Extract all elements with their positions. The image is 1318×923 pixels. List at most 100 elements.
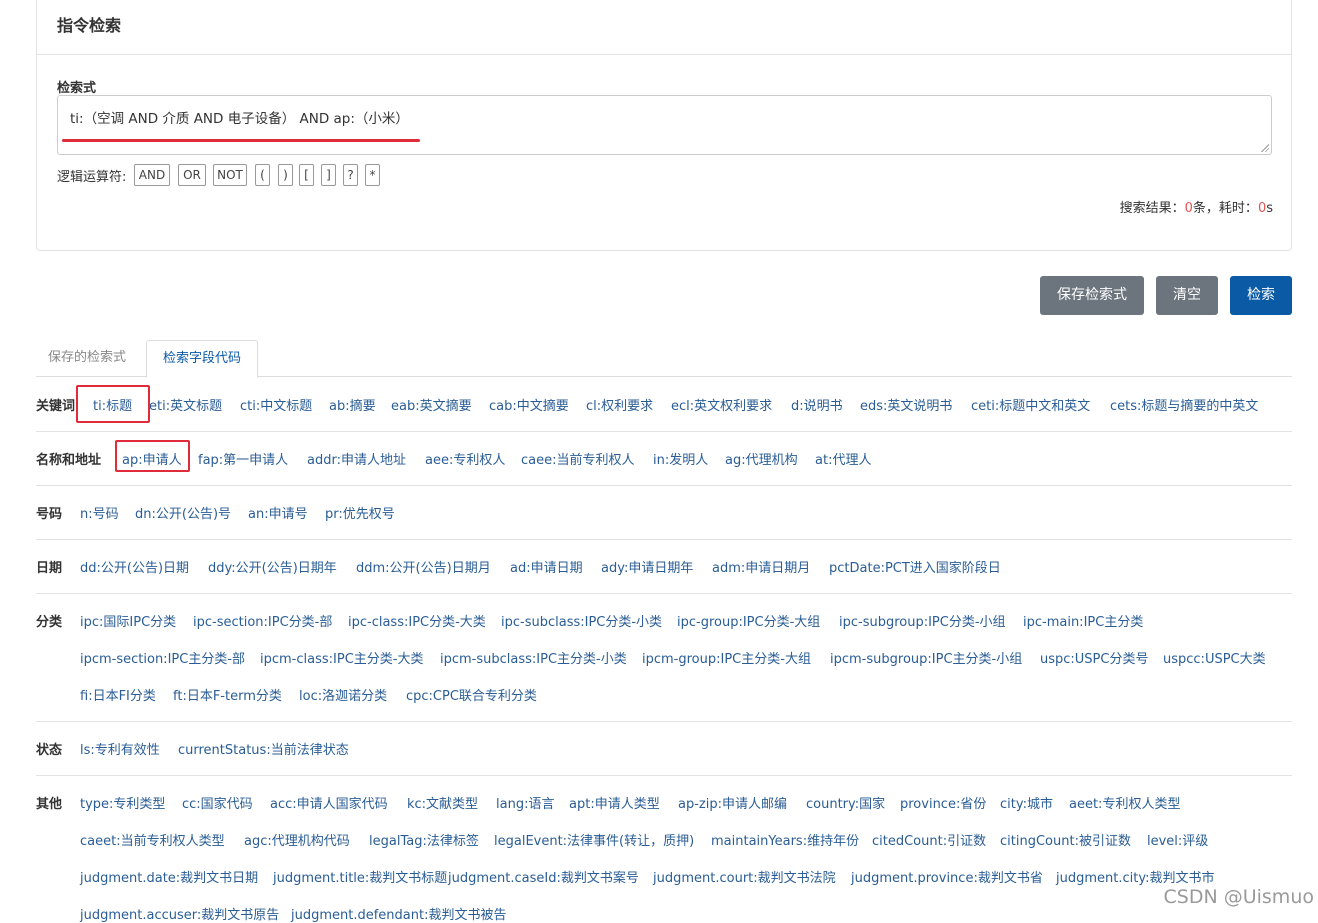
field-code-link[interactable]: country:国家 (806, 793, 885, 812)
save-query-button[interactable]: 保存检索式 (1040, 276, 1144, 315)
field-code-link[interactable]: at:代理人 (815, 449, 871, 468)
clear-button[interactable]: 清空 (1156, 276, 1218, 315)
field-code-link[interactable]: ipc-class:IPC分类-大类 (348, 611, 486, 630)
field-code-link[interactable]: aee:专利权人 (425, 449, 505, 468)
op-rbracket-button[interactable]: ] (321, 164, 336, 186)
field-code-link[interactable]: ipcm-subgroup:IPC主分类-小组 (830, 648, 1022, 667)
field-code-link[interactable]: pctDate:PCT进入国家阶段日 (829, 557, 1001, 576)
field-code-link[interactable]: judgment.accuser:裁判文书原告 (80, 904, 279, 923)
category-status: 状态 (36, 743, 63, 758)
field-code-link[interactable]: ipc-group:IPC分类-大组 (677, 611, 820, 630)
field-code-link[interactable]: caeet:当前专利权人类型 (80, 830, 225, 849)
query-textarea[interactable]: ti:（空调 AND 介质 AND 电子设备） AND ap:（小米） (57, 95, 1272, 155)
field-code-link[interactable]: ady:申请日期年 (601, 557, 693, 576)
field-code-link[interactable]: loc:洛迦诺分类 (299, 685, 387, 704)
field-code-link[interactable]: eab:英文摘要 (391, 395, 472, 414)
field-code-link[interactable]: ipcm-group:IPC主分类-大组 (642, 648, 811, 667)
field-code-link[interactable]: cl:权利要求 (586, 395, 653, 414)
field-code-link[interactable]: ft:日本F-term分类 (173, 685, 282, 704)
field-code-link[interactable]: ipc-subgroup:IPC分类-小组 (839, 611, 1006, 630)
field-code-link[interactable]: acc:申请人国家代码 (270, 793, 388, 812)
field-code-link[interactable]: ipcm-subclass:IPC主分类-小类 (440, 648, 627, 667)
field-code-link[interactable]: caee:当前专利权人 (521, 449, 635, 468)
field-code-link[interactable]: agc:代理机构代码 (244, 830, 350, 849)
tab-saved-queries[interactable]: 保存的检索式 (48, 340, 126, 376)
field-code-link[interactable]: ceti:标题中文和英文 (971, 395, 1090, 414)
field-code-link[interactable]: ipc-main:IPC主分类 (1023, 611, 1143, 630)
field-code-link[interactable]: province:省份 (900, 793, 986, 812)
field-code-link[interactable]: judgment.caseId:裁判文书案号 (448, 867, 639, 886)
field-code-link[interactable]: ecl:英文权利要求 (671, 395, 772, 414)
field-code-link[interactable]: ddm:公开(公告)日期月 (356, 557, 491, 576)
op-rparen-button[interactable]: ) (278, 164, 293, 186)
field-code-link[interactable]: fap:第一申请人 (198, 449, 288, 468)
field-code-link[interactable]: cpc:CPC联合专利分类 (406, 685, 537, 704)
op-lparen-button[interactable]: ( (255, 164, 270, 186)
field-code-link[interactable]: pr:优先权号 (325, 503, 395, 522)
field-code-link[interactable]: kc:文献类型 (407, 793, 478, 812)
field-code-link[interactable]: lang:语言 (496, 793, 554, 812)
row-divider (36, 593, 1292, 594)
field-code-link[interactable]: maintainYears:维持年份 (711, 830, 859, 849)
result-prefix: 搜索结果： (1119, 201, 1185, 216)
field-code-link[interactable]: an:申请号 (248, 503, 308, 522)
field-code-link[interactable]: judgment.court:裁判文书法院 (653, 867, 836, 886)
field-code-link[interactable]: currentStatus:当前法律状态 (178, 739, 349, 758)
op-star-button[interactable]: * (365, 164, 380, 186)
field-code-link[interactable]: level:评级 (1147, 830, 1208, 849)
field-code-link[interactable]: eds:英文说明书 (860, 395, 952, 414)
field-code-link[interactable]: judgment.date:裁判文书日期 (80, 867, 258, 886)
field-code-link[interactable]: cets:标题与摘要的中英文 (1110, 395, 1258, 414)
field-code-link[interactable]: fi:日本FI分类 (80, 685, 156, 704)
query-label: 检索式 (57, 81, 97, 96)
category-date: 日期 (36, 561, 63, 576)
field-code-link[interactable]: judgment.province:裁判文书省 (851, 867, 1043, 886)
field-code-link[interactable]: apt:申请人类型 (569, 793, 660, 812)
field-code-link[interactable]: judgment.title:裁判文书标题 (273, 867, 447, 886)
resize-handle-icon[interactable] (1261, 144, 1269, 152)
field-code-link[interactable]: n:号码 (80, 503, 119, 522)
field-code-link[interactable]: judgment.defendant:裁判文书被告 (291, 904, 506, 923)
field-code-link[interactable]: legalEvent:法律事件(转让，质押) (494, 830, 694, 849)
field-code-link[interactable]: ad:申请日期 (510, 557, 583, 576)
field-code-link[interactable]: addr:申请人地址 (307, 449, 406, 468)
field-code-link[interactable]: citedCount:引证数 (872, 830, 986, 849)
field-code-link[interactable]: uspc:USPC分类号 (1040, 648, 1148, 667)
op-or-button[interactable]: OR (178, 164, 206, 186)
field-code-link[interactable]: adm:申请日期月 (712, 557, 810, 576)
op-not-button[interactable]: NOT (213, 164, 247, 186)
field-code-link[interactable]: ab:摘要 (329, 395, 376, 414)
row-divider (36, 431, 1292, 432)
field-code-link[interactable]: dn:公开(公告)号 (135, 503, 231, 522)
field-code-link[interactable]: ipc:国际IPC分类 (80, 611, 176, 630)
field-code-link[interactable]: ipcm-class:IPC主分类-大类 (260, 648, 423, 667)
query-text[interactable]: ti:（空调 AND 介质 AND 电子设备） AND ap:（小米） (70, 107, 409, 127)
field-code-link[interactable]: cc:国家代码 (182, 793, 253, 812)
field-code-link[interactable]: d:说明书 (791, 395, 843, 414)
field-code-link[interactable]: legalTag:法律标签 (369, 830, 479, 849)
op-and-button[interactable]: AND (134, 164, 170, 186)
category-name-address: 名称和地址 (36, 453, 102, 468)
field-code-link[interactable]: judgment.city:裁判文书市 (1056, 867, 1214, 886)
op-question-button[interactable]: ? (343, 164, 358, 186)
op-lbracket-button[interactable]: [ (299, 164, 314, 186)
field-code-link[interactable]: ag:代理机构 (725, 449, 798, 468)
field-code-link[interactable]: ipcm-section:IPC主分类-部 (80, 648, 245, 667)
field-code-link[interactable]: cti:中文标题 (240, 395, 312, 414)
field-code-link[interactable]: cab:中文摘要 (489, 395, 569, 414)
tab-field-codes[interactable]: 检索字段代码 (146, 340, 258, 378)
field-code-link[interactable]: type:专利类型 (80, 793, 165, 812)
search-button[interactable]: 检索 (1230, 276, 1292, 315)
field-code-link[interactable]: eti:英文标题 (149, 395, 222, 414)
field-code-link[interactable]: ls:专利有效性 (80, 739, 160, 758)
field-code-link[interactable]: ipc-subclass:IPC分类-小类 (501, 611, 662, 630)
field-code-link[interactable]: citingCount:被引证数 (1000, 830, 1131, 849)
field-code-link[interactable]: ap-zip:申请人邮编 (678, 793, 787, 812)
field-code-link[interactable]: uspcc:USPC大类 (1163, 648, 1266, 667)
field-code-link[interactable]: dd:公开(公告)日期 (80, 557, 189, 576)
field-code-link[interactable]: city:城市 (1000, 793, 1053, 812)
field-code-link[interactable]: ipc-section:IPC分类-部 (193, 611, 332, 630)
field-code-link[interactable]: in:发明人 (653, 449, 708, 468)
field-code-link[interactable]: ddy:公开(公告)日期年 (208, 557, 337, 576)
field-code-link[interactable]: aeet:专利权人类型 (1069, 793, 1180, 812)
